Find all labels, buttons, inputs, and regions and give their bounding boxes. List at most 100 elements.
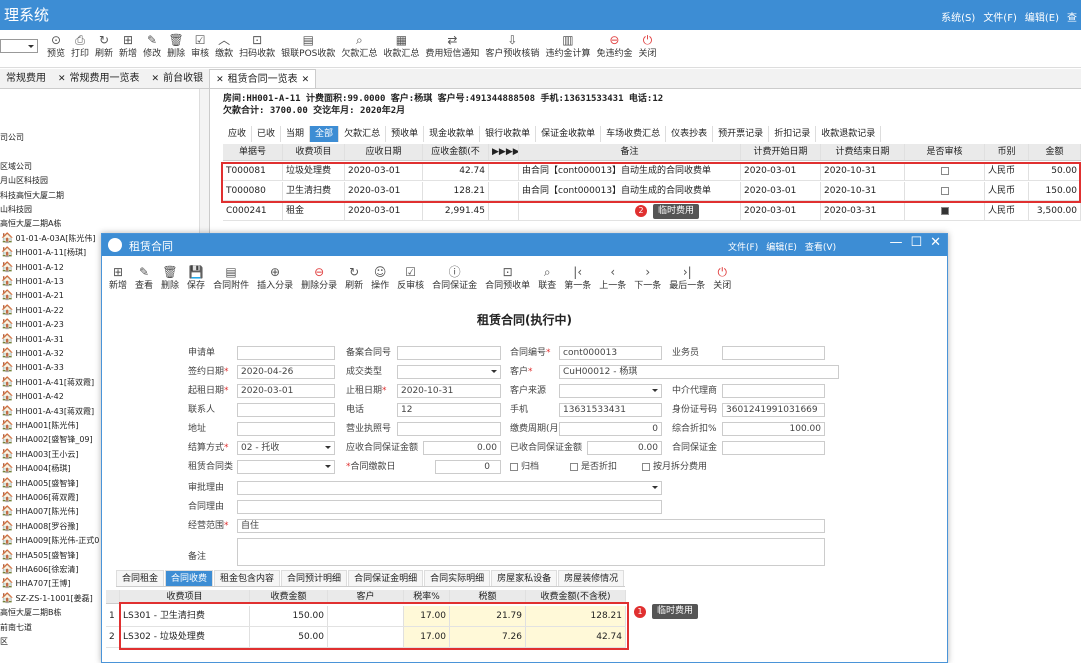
toolbar-button-sms[interactable]: ⇄ 费用短信通知: [422, 32, 482, 60]
close-window-icon[interactable]: ✕: [930, 235, 941, 250]
toolbar-button-close[interactable]: ⏻ 关闭: [635, 32, 659, 60]
tree-item[interactable]: 🏠 01-01-A-03A[陈光伟]: [1, 232, 96, 245]
dialog-button-first[interactable]: |‹ 第一条: [560, 264, 595, 292]
column-header[interactable]: 计费开始日期: [741, 144, 821, 160]
dialog-button-view[interactable]: ✎ 查看: [131, 264, 157, 292]
license-input[interactable]: [397, 422, 501, 436]
deposit-due-input[interactable]: 0.00: [423, 441, 501, 455]
salesman-input[interactable]: [722, 346, 825, 360]
record-no-input[interactable]: [397, 346, 501, 360]
column-header[interactable]: 应收日期: [345, 144, 423, 160]
subtab[interactable]: 收款退款记录: [816, 126, 882, 142]
discount-checkbox[interactable]: 是否折扣: [570, 461, 617, 473]
close-icon[interactable]: ✕: [216, 70, 224, 88]
toolbar-button-edit[interactable]: ✎ 修改: [140, 32, 164, 60]
tree-item[interactable]: 🏠 HHA002[盛智锋_09]: [1, 433, 93, 446]
dialog-menu-view[interactable]: 查看(V): [805, 240, 836, 253]
dialog-menu-edit[interactable]: 编辑(E): [766, 240, 797, 253]
pay-period-input[interactable]: 0: [559, 422, 662, 436]
contract-tab[interactable]: 合同保证金明细: [348, 570, 424, 586]
deposit-input[interactable]: [722, 441, 825, 455]
tree-item[interactable]: 🏠 HH001-A-41[蒋双霞]: [1, 376, 94, 389]
start-date-input[interactable]: 2020-03-01: [237, 384, 335, 398]
contract-tab[interactable]: 合同收费: [165, 570, 214, 586]
source-select[interactable]: [559, 384, 662, 398]
minimize-icon[interactable]: —: [889, 235, 902, 250]
split-checkbox[interactable]: 按月拆分费用: [642, 461, 707, 473]
close-icon[interactable]: ✕: [152, 69, 160, 88]
contract-tab[interactable]: 房屋家私设备: [491, 570, 558, 586]
lease-type-select[interactable]: [237, 460, 335, 474]
column-header[interactable]: 单据号: [223, 144, 283, 160]
dialog-button-add[interactable]: ⊞ 新增: [105, 264, 131, 292]
applicant-input[interactable]: [237, 346, 335, 360]
reason-input[interactable]: [237, 500, 662, 514]
tree-item[interactable]: 🏠 HH001-A-21: [1, 289, 64, 302]
tree-item[interactable]: 前南七道: [0, 621, 32, 634]
tree-item[interactable]: 🏠 HH001-A-31: [1, 333, 64, 346]
contact-input[interactable]: [237, 403, 335, 417]
tree-item[interactable]: 高恒大厦二期B栋: [0, 606, 62, 619]
tab-front-desk[interactable]: ✕ 前台收银: [146, 69, 210, 88]
tree-item[interactable]: 🏠 HH001-A-32: [1, 347, 64, 360]
tree-item[interactable]: 🏠 HH001-A-11[杨琪]: [1, 246, 86, 259]
column-header[interactable]: 备注: [519, 144, 741, 160]
tree-item[interactable]: 🏠 HHA008[罗谷豫]: [1, 520, 78, 533]
tree-item[interactable]: 区: [0, 635, 8, 648]
dialog-button-insert[interactable]: ⊕ 插入分录: [253, 264, 297, 292]
subtab[interactable]: 预收单: [386, 126, 425, 142]
discount-input[interactable]: 100.00: [722, 422, 825, 436]
archive-checkbox[interactable]: 归档: [510, 461, 539, 473]
tree-item[interactable]: 🏠 HHA707[王博]: [1, 577, 70, 590]
toolbar-button-refresh[interactable]: ↻ 刷新: [92, 32, 116, 60]
dialog-button-close[interactable]: ⏻ 关闭: [709, 264, 735, 292]
idcard-input[interactable]: 3601241991031669: [722, 403, 825, 417]
dialog-button-prev[interactable]: ‹ 上一条: [595, 264, 630, 292]
subtab[interactable]: 保证金收款单: [536, 126, 602, 142]
tree-item[interactable]: 🏠 HHA007[陈光伟]: [1, 505, 78, 518]
mobile-input[interactable]: 13631533431: [559, 403, 662, 417]
contract-tab[interactable]: 房屋装修情况: [558, 570, 625, 586]
dialog-button-deposit[interactable]: ⓘ 合同保证金: [428, 264, 481, 292]
dialog-button-lookup[interactable]: ⌕ 联查: [534, 264, 560, 292]
column-header[interactable]: 计费结束日期: [821, 144, 905, 160]
toolbar-button-audit[interactable]: ☑ 审核: [188, 32, 212, 60]
toolbar-button-penalty[interactable]: ▥ 违约金计算: [542, 32, 593, 60]
toolbar-button-pay[interactable]: ︿ 缴款: [212, 32, 236, 60]
note-input[interactable]: [237, 538, 825, 566]
agent-input[interactable]: [722, 384, 825, 398]
subtab[interactable]: 全部: [310, 126, 340, 142]
subtab[interactable]: 折扣记录: [769, 126, 817, 142]
tree-item[interactable]: 区域公司: [0, 160, 32, 173]
approved-checkbox[interactable]: [940, 206, 949, 215]
tree-item[interactable]: 🏠 HH001-A-33: [1, 361, 64, 374]
tree-item[interactable]: 🏠 HHA505[盛智锋]: [1, 549, 78, 562]
dialog-button-prepay[interactable]: ⊡ 合同预收单: [481, 264, 534, 292]
column-header[interactable]: 是否审核: [905, 144, 985, 160]
subtab[interactable]: 仪表抄表: [666, 126, 714, 142]
subtab[interactable]: 已收: [252, 126, 282, 142]
tree-item[interactable]: 月山区科技园: [0, 174, 48, 187]
tree-item[interactable]: 🏠 HH001-A-43[蒋双霞]: [1, 405, 94, 418]
tree-item[interactable]: 🏠 SZ-ZS-1-1001[姜磊]: [1, 592, 93, 605]
deal-type-select[interactable]: [397, 365, 501, 379]
toolbar-button-prepay[interactable]: ⇩ 客户预收核销: [482, 32, 542, 60]
customer-input[interactable]: CuH00012 - 杨琪: [559, 365, 839, 379]
menu-system[interactable]: 系统(S): [941, 9, 975, 24]
toolbar-button-arrears[interactable]: ⌕ 欠款汇总: [338, 32, 380, 60]
toolbar-button-scan-pay[interactable]: ⊡ 扫码收款: [236, 32, 278, 60]
dialog-button-refresh[interactable]: ↻ 刷新: [341, 264, 367, 292]
dialog-button-save[interactable]: 💾 保存: [183, 264, 209, 292]
table-row[interactable]: C000241 租金 2020-03-01 2,991.45 2020-03-01 202…: [223, 202, 1081, 221]
menu-edit[interactable]: 编辑(E): [1025, 9, 1059, 24]
tree-item[interactable]: 🏠 HH001-A-12: [1, 261, 64, 274]
subtab[interactable]: 预开票记录: [713, 126, 770, 142]
tree-item[interactable]: 科技高恒大厦二期: [0, 189, 64, 202]
deposit-recv-input[interactable]: 0.00: [587, 441, 662, 455]
column-header[interactable]: 收费项目: [283, 144, 345, 160]
dialog-button-remove-row[interactable]: ⊖ 删除分录: [297, 264, 341, 292]
tree-item[interactable]: 🏠 HHA004[杨琪]: [1, 462, 70, 475]
menu-file[interactable]: 文件(F): [983, 9, 1017, 24]
column-header[interactable]: ▶▶▶▶: [489, 144, 519, 160]
close-icon[interactable]: ✕: [58, 69, 66, 88]
